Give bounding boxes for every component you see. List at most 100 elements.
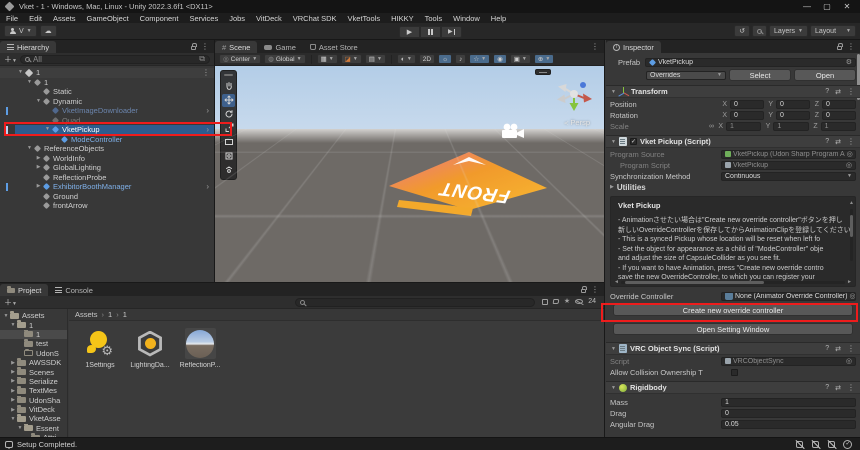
tab-asset-store[interactable]: Asset Store [303, 41, 365, 53]
progress-ok-icon[interactable] [843, 440, 852, 449]
component-menu-icon[interactable]: ⋮ [847, 87, 855, 96]
scene-audio-toggle[interactable]: ♪ [455, 54, 466, 64]
custom-tool-button[interactable] [222, 164, 235, 177]
menu-help[interactable]: Help [491, 14, 506, 23]
perspective-label[interactable]: ≺ Persp [564, 118, 590, 127]
gear-icon[interactable]: ⚙ [846, 58, 852, 66]
scale-x-field[interactable]: 1 [726, 122, 761, 131]
muted-notification-icon[interactable] [811, 440, 820, 449]
menu-vkettools[interactable]: VketTools [348, 14, 381, 23]
scroll-up-icon[interactable]: ▲ [849, 200, 854, 206]
folder-item-awssdk[interactable]: ▶AWSSDK [0, 358, 67, 367]
project-search-input[interactable] [295, 298, 535, 307]
folder-item-essent[interactable]: ▼Essent [0, 424, 67, 433]
snap-toggle[interactable]: ◪▼ [341, 54, 362, 64]
effects-dropdown[interactable]: ☆▼ [469, 54, 490, 64]
hierarchy-item-1[interactable]: ▼ 1 [0, 78, 214, 88]
help-icon[interactable]: ? [825, 88, 829, 95]
scene-viewport[interactable]: FRONT ≺ Persp [215, 66, 604, 282]
pause-button[interactable] [420, 26, 441, 38]
component-menu-icon[interactable]: ⋮ [847, 383, 855, 392]
breadcrumb-1[interactable]: 1 [108, 310, 112, 319]
scene-visibility-toggle[interactable]: ◉ [493, 54, 507, 64]
panel-menu-icon[interactable]: ⋮ [201, 42, 209, 51]
hierarchy-item-worldinfo[interactable]: ▶ WorldInfo [0, 154, 214, 164]
hierarchy-item-dynamic[interactable]: ▼ Dynamic [0, 97, 214, 107]
expander-icon[interactable]: ▼ [25, 144, 34, 154]
menu-hikky[interactable]: HIKKY [391, 14, 414, 23]
hierarchy-item-reflectionprobe[interactable]: ReflectionProbe [0, 173, 214, 183]
foldout-icon[interactable]: ▼ [611, 139, 616, 145]
hierarchy-item-scene-1[interactable]: ▼ 1 ⋮ [0, 68, 214, 78]
panel-menu-icon[interactable]: ⋮ [591, 42, 599, 51]
favorites-icon[interactable]: ★ [564, 298, 570, 305]
create-override-controller-button[interactable]: Create new override controller [613, 304, 853, 316]
muted-notification-icon[interactable] [795, 440, 804, 449]
tab-hierarchy[interactable]: Hierarchy [0, 41, 56, 53]
hierarchy-item-vketimagedownloader[interactable]: VketImageDownloader › [0, 106, 214, 116]
rotation-x-field[interactable]: 0 [730, 111, 764, 120]
position-x-field[interactable]: 0 [730, 100, 764, 109]
draw-mode-dropdown[interactable]: ◐▼ [397, 54, 416, 64]
scroll-left-icon[interactable]: ◄ [614, 280, 619, 284]
utilities-foldout[interactable]: ▶ Utilities [606, 182, 860, 192]
gizmos-dropdown[interactable]: ⊕▼ [534, 54, 554, 64]
folder-item-assets[interactable]: ▼Assets [0, 311, 67, 320]
asset-item-reflectionprobe[interactable]: ReflectionP... [179, 328, 221, 369]
menu-vitdeck[interactable]: VitDeck [256, 14, 282, 23]
hierarchy-search-input[interactable]: All ⧉ [20, 55, 210, 64]
folder-item-1-1[interactable]: 1 [0, 330, 67, 339]
panel-menu-icon[interactable]: ⋮ [847, 42, 855, 51]
prefab-object-field[interactable]: VketPickup ⚙ [645, 58, 856, 67]
search-filter-icon[interactable]: ⧉ [199, 54, 205, 64]
expander-icon[interactable]: ▼ [43, 125, 52, 135]
lock-icon[interactable] [191, 46, 196, 50]
cloud-button[interactable]: ☁ [40, 25, 57, 37]
help-icon[interactable]: ? [825, 138, 829, 145]
hierarchy-item-quad[interactable]: Quad [0, 116, 214, 126]
tab-project[interactable]: Project [0, 284, 48, 296]
overlay-drag-handle[interactable] [224, 74, 233, 76]
folder-item-udonsha[interactable]: ▶UdonSha [0, 396, 67, 405]
move-tool-button[interactable] [222, 94, 235, 107]
rotate-tool-button[interactable] [222, 108, 235, 121]
object-picker-icon[interactable]: ◎ [849, 292, 855, 300]
hierarchy-item-frontarrow[interactable]: frontArrow [0, 201, 214, 211]
scale-z-field[interactable]: 1 [821, 122, 856, 131]
account-button[interactable]: V ▼ [4, 25, 37, 37]
object-picker-icon[interactable]: ◎ [846, 161, 852, 169]
vrc-object-sync-component-header[interactable]: ▼ VRC Object Sync (Script) ?⇄⋮ [606, 342, 860, 355]
step-button[interactable]: ▶ [441, 26, 462, 38]
scale-tool-button[interactable] [222, 122, 235, 135]
object-picker-icon[interactable]: ◎ [847, 150, 853, 158]
breadcrumb-1-1[interactable]: 1 [123, 310, 127, 319]
scene-menu-icon[interactable]: ⋮ [202, 68, 214, 78]
hierarchy-item-referenceobjects[interactable]: ▼ ReferenceObjects [0, 144, 214, 154]
folder-item-test[interactable]: test [0, 339, 67, 348]
folder-item-textmes[interactable]: ▶TextMes [0, 386, 67, 395]
hierarchy-item-exhibitorboothmanager[interactable]: ▶ ExhibitorBoothManager › [0, 182, 214, 192]
expander-icon[interactable]: ▶ [34, 163, 43, 173]
foldout-icon[interactable]: ▼ [611, 89, 616, 95]
folder-item-serialize[interactable]: ▶Serialize [0, 377, 67, 386]
mass-field[interactable]: 1 [721, 398, 856, 407]
presets-icon[interactable]: ⇄ [835, 88, 841, 96]
layers-dropdown[interactable]: Layers▼ [769, 25, 808, 37]
scene-lighting-toggle[interactable]: ☼ [438, 54, 452, 64]
orientation-gizmo[interactable] [552, 72, 596, 116]
component-menu-icon[interactable]: ⋮ [847, 137, 855, 146]
menu-gameobject[interactable]: GameObject [87, 14, 129, 23]
menu-edit[interactable]: Edit [29, 14, 42, 23]
position-y-field[interactable]: 0 [776, 100, 810, 109]
help-icon[interactable]: ? [825, 384, 829, 391]
menu-assets[interactable]: Assets [53, 14, 76, 23]
folder-item-vketasse[interactable]: ▼VketAsse [0, 414, 67, 423]
minimize-button[interactable]: — [802, 2, 812, 11]
hidden-packages-icon[interactable] [575, 299, 583, 304]
folder-item-udons[interactable]: UdonS [0, 349, 67, 358]
position-z-field[interactable]: 0 [822, 100, 856, 109]
grid-visibility-toggle[interactable]: ▦▼ [317, 54, 338, 64]
drag-field[interactable]: 0 [721, 409, 856, 418]
override-controller-field[interactable]: None (Animator Override Controller) ◎ [721, 292, 856, 301]
overrides-dropdown[interactable]: Overrides▼ [646, 71, 726, 80]
